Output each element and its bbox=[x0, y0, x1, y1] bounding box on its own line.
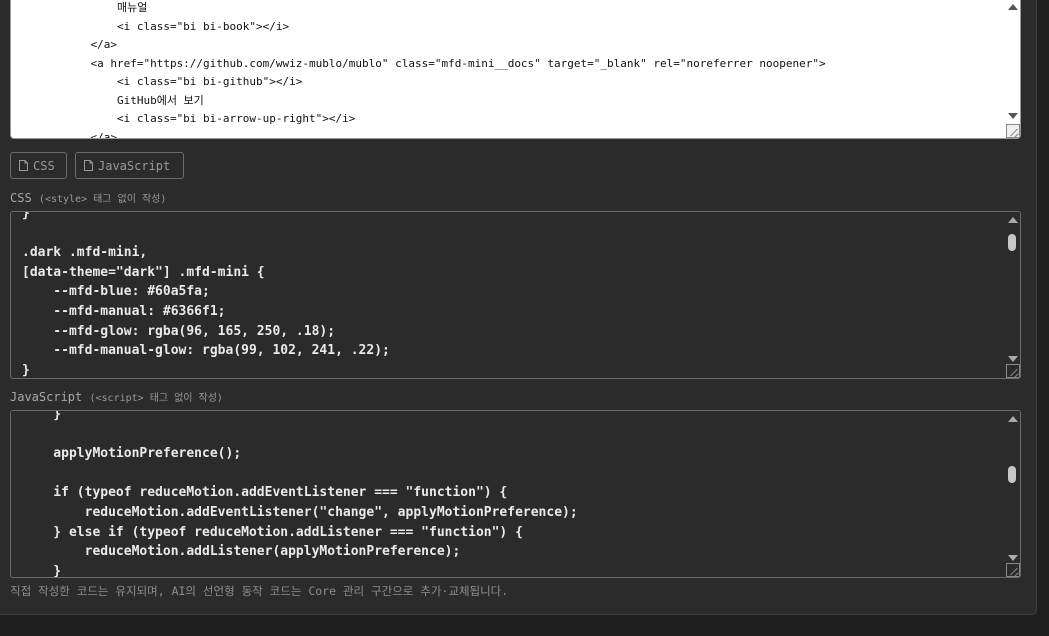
css-section-label: CSS (<style> 태그 없이 작성) bbox=[10, 190, 166, 205]
code-editor-panel: 매뉴얼 <i class="bi bi-book"></i> </a> <a h… bbox=[0, 0, 1037, 615]
css-label-hint: (<style> 태그 없이 작성) bbox=[38, 194, 167, 205]
css-scroll-thumb[interactable] bbox=[1008, 234, 1016, 251]
js-label-hint: (<script> 태그 없이 작성) bbox=[89, 393, 223, 404]
javascript-section-label: JavaScript (<script> 태그 없이 작성) bbox=[10, 389, 223, 404]
css-tab-button[interactable]: CSS bbox=[10, 152, 67, 179]
resize-grip-icon[interactable] bbox=[1006, 364, 1020, 378]
css-code-content[interactable]: } .dark .mfd-mini, [data-theme="dark"] .… bbox=[22, 212, 1012, 378]
css-code-editor[interactable]: } .dark .mfd-mini, [data-theme="dark"] .… bbox=[10, 211, 1021, 379]
css-label-text: CSS bbox=[10, 191, 32, 205]
scroll-down-icon[interactable] bbox=[1008, 356, 1018, 362]
javascript-code-content[interactable]: } applyMotionPreference(); if (typeof re… bbox=[22, 411, 1012, 577]
scroll-up-icon[interactable] bbox=[1008, 416, 1018, 422]
css-tab-label: CSS bbox=[33, 158, 55, 173]
file-icon bbox=[84, 160, 93, 171]
scroll-down-icon[interactable] bbox=[1008, 113, 1018, 119]
footer-note: 직접 작성한 코드는 유지되며, AI의 선언형 동작 코드는 Core 관리 … bbox=[10, 584, 509, 598]
css-editor-scrollbar[interactable] bbox=[1005, 212, 1020, 378]
html-editor-scrollbar[interactable] bbox=[1005, 0, 1020, 138]
resize-grip-icon[interactable] bbox=[1006, 563, 1020, 577]
js-scroll-thumb[interactable] bbox=[1008, 466, 1016, 483]
html-code-content[interactable]: 매뉴얼 <i class="bi bi-book"></i> </a> <a h… bbox=[11, 0, 1001, 138]
js-label-text: JavaScript bbox=[10, 390, 83, 404]
scroll-up-icon[interactable] bbox=[1008, 217, 1018, 223]
scroll-up-icon[interactable] bbox=[1008, 4, 1018, 10]
file-icon bbox=[19, 160, 28, 171]
resize-grip-icon[interactable] bbox=[1006, 124, 1020, 138]
scroll-down-icon[interactable] bbox=[1008, 555, 1018, 561]
javascript-tab-label: JavaScript bbox=[98, 158, 171, 173]
html-code-editor[interactable]: 매뉴얼 <i class="bi bi-book"></i> </a> <a h… bbox=[10, 0, 1021, 139]
javascript-tab-button[interactable]: JavaScript bbox=[75, 152, 184, 179]
js-editor-scrollbar[interactable] bbox=[1005, 411, 1020, 577]
javascript-code-editor[interactable]: } applyMotionPreference(); if (typeof re… bbox=[10, 410, 1021, 578]
